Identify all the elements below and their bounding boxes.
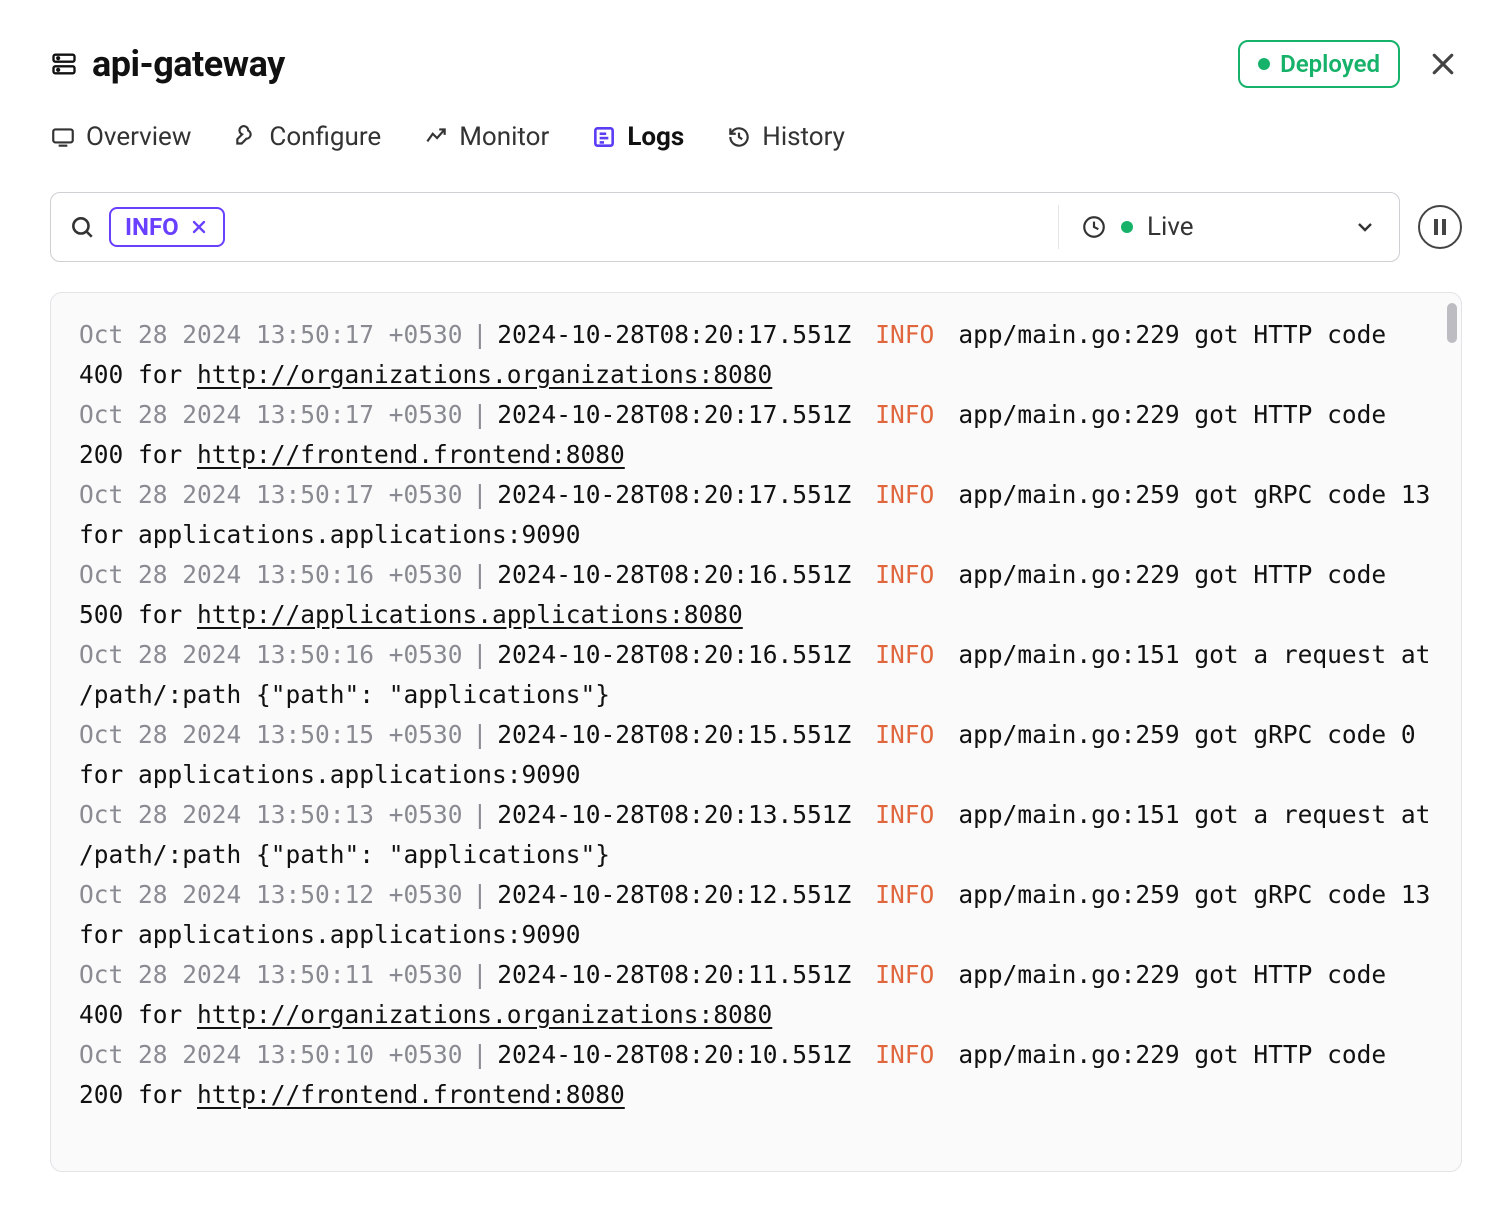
log-url[interactable]: http://applications.applications:8080 (197, 600, 743, 629)
pause-icon (1434, 219, 1446, 235)
log-ts-local: Oct 28 2024 13:50:16 +0530 (79, 560, 463, 589)
status-badge: Deployed (1238, 40, 1400, 88)
live-label: Live (1147, 212, 1194, 242)
tab-configure-label: Configure (269, 122, 381, 152)
log-ts-iso: 2024-10-28T08:20:17.551Z (497, 480, 851, 509)
log-entry[interactable]: Oct 28 2024 13:50:10 +0530 | 2024-10-28T08… (79, 1035, 1433, 1115)
log-entry[interactable]: Oct 28 2024 13:50:16 +0530 | 2024-10-28T08… (79, 635, 1433, 715)
log-level: INFO (875, 720, 934, 749)
search-box: INFO (50, 192, 1400, 262)
pause-button[interactable] (1418, 205, 1462, 249)
tabs: Overview Configure Monitor Logs (50, 116, 1462, 158)
tab-logs[interactable]: Logs (591, 116, 684, 158)
log-ts-local: Oct 28 2024 13:50:17 +0530 (79, 480, 463, 509)
log-lines: Oct 28 2024 13:50:17 +0530 | 2024-10-28T08… (79, 315, 1433, 1115)
tab-logs-label: Logs (627, 122, 684, 152)
log-ts-iso: 2024-10-28T08:20:16.551Z (497, 640, 851, 669)
log-level: INFO (875, 960, 934, 989)
filter-chip-label: INFO (125, 213, 179, 241)
log-level: INFO (875, 320, 934, 349)
log-level: INFO (875, 640, 934, 669)
log-level: INFO (875, 400, 934, 429)
log-ts-local: Oct 28 2024 13:50:10 +0530 (79, 1040, 463, 1069)
server-icon (50, 50, 78, 78)
chevron-down-icon (1353, 215, 1377, 239)
chip-remove-icon[interactable] (189, 217, 209, 237)
log-level: INFO (875, 800, 934, 829)
log-ts-local: Oct 28 2024 13:50:16 +0530 (79, 640, 463, 669)
page-title: api-gateway (92, 43, 285, 85)
tab-history-label: History (762, 122, 845, 152)
log-separator: | (473, 320, 488, 349)
controls-row: INFO (50, 192, 1462, 262)
page-header: api-gateway Deployed (50, 40, 1462, 88)
close-button[interactable] (1424, 45, 1462, 83)
log-ts-local: Oct 28 2024 13:50:13 +0530 (79, 800, 463, 829)
log-separator: | (473, 880, 488, 909)
log-ts-iso: 2024-10-28T08:20:10.551Z (497, 1040, 851, 1069)
log-level: INFO (875, 880, 934, 909)
log-entry[interactable]: Oct 28 2024 13:50:15 +0530 | 2024-10-28T08… (79, 715, 1433, 795)
log-url[interactable]: http://frontend.frontend:8080 (197, 440, 625, 469)
log-separator: | (473, 960, 488, 989)
log-ts-iso: 2024-10-28T08:20:12.551Z (497, 880, 851, 909)
log-ts-local: Oct 28 2024 13:50:12 +0530 (79, 880, 463, 909)
clock-icon (1081, 214, 1107, 240)
log-ts-iso: 2024-10-28T08:20:13.551Z (497, 800, 851, 829)
log-ts-iso: 2024-10-28T08:20:15.551Z (497, 720, 851, 749)
tab-overview-label: Overview (86, 122, 191, 152)
tab-monitor-label: Monitor (459, 122, 549, 152)
log-separator: | (473, 800, 488, 829)
log-url[interactable]: http://frontend.frontend:8080 (197, 1080, 625, 1109)
log-ts-iso: 2024-10-28T08:20:17.551Z (497, 320, 851, 349)
scrollbar-thumb[interactable] (1447, 303, 1457, 343)
log-ts-iso: 2024-10-28T08:20:17.551Z (497, 400, 851, 429)
log-ts-local: Oct 28 2024 13:50:11 +0530 (79, 960, 463, 989)
title-wrap: api-gateway (50, 43, 285, 85)
log-ts-iso: 2024-10-28T08:20:11.551Z (497, 960, 851, 989)
log-entry[interactable]: Oct 28 2024 13:50:17 +0530 | 2024-10-28T08… (79, 395, 1433, 475)
log-ts-local: Oct 28 2024 13:50:17 +0530 (79, 400, 463, 429)
header-right: Deployed (1238, 40, 1462, 88)
status-dot-icon (1258, 58, 1270, 70)
status-label: Deployed (1280, 50, 1380, 78)
log-separator: | (473, 480, 488, 509)
log-separator: | (473, 720, 488, 749)
tab-history[interactable]: History (726, 116, 845, 158)
log-level: INFO (875, 1040, 934, 1069)
log-entry[interactable]: Oct 28 2024 13:50:17 +0530 | 2024-10-28T08… (79, 475, 1433, 555)
log-ts-local: Oct 28 2024 13:50:15 +0530 (79, 720, 463, 749)
log-ts-local: Oct 28 2024 13:50:17 +0530 (79, 320, 463, 349)
log-level: INFO (875, 560, 934, 589)
log-separator: | (473, 640, 488, 669)
log-separator: | (473, 400, 488, 429)
log-panel[interactable]: Oct 28 2024 13:50:17 +0530 | 2024-10-28T08… (50, 292, 1462, 1172)
tab-overview[interactable]: Overview (50, 116, 191, 158)
log-url[interactable]: http://organizations.organizations:8080 (197, 1000, 772, 1029)
log-url[interactable]: http://organizations.organizations:8080 (197, 360, 772, 389)
filter-chip-info[interactable]: INFO (109, 207, 225, 247)
log-entry[interactable]: Oct 28 2024 13:50:12 +0530 | 2024-10-28T08… (79, 875, 1433, 955)
log-level: INFO (875, 480, 934, 509)
search-left[interactable]: INFO (51, 207, 1058, 247)
time-range-select[interactable]: Live (1059, 212, 1399, 242)
log-entry[interactable]: Oct 28 2024 13:50:11 +0530 | 2024-10-28T08… (79, 955, 1433, 1035)
tab-monitor[interactable]: Monitor (423, 116, 549, 158)
log-entry[interactable]: Oct 28 2024 13:50:16 +0530 | 2024-10-28T08… (79, 555, 1433, 635)
log-separator: | (473, 1040, 488, 1069)
live-dot-icon (1121, 221, 1133, 233)
tab-configure[interactable]: Configure (233, 116, 381, 158)
search-icon (69, 214, 95, 240)
log-entry[interactable]: Oct 28 2024 13:50:13 +0530 | 2024-10-28T08… (79, 795, 1433, 875)
log-entry[interactable]: Oct 28 2024 13:50:17 +0530 | 2024-10-28T08… (79, 315, 1433, 395)
log-ts-iso: 2024-10-28T08:20:16.551Z (497, 560, 851, 589)
log-separator: | (473, 560, 488, 589)
